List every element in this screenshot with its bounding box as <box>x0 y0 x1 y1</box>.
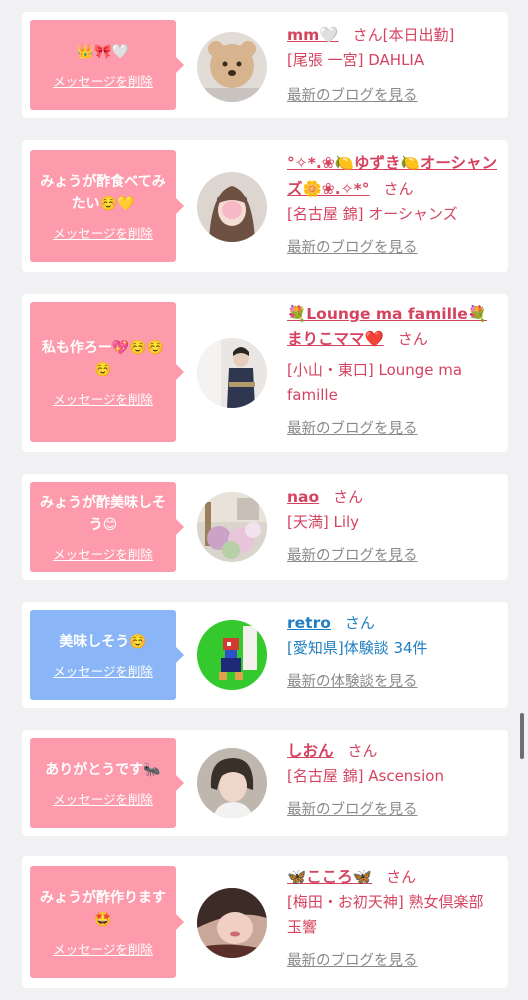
list-item: 美味しそう☺️ メッセージを削除 retro さん [愛知県]体験談 34件 最新… <box>22 602 508 708</box>
honorific: さん <box>344 614 375 632</box>
message-text: 👑🎀🤍 <box>76 43 130 60</box>
latest-review-link[interactable]: 最新の体験談を見る <box>287 671 501 693</box>
avatar[interactable] <box>197 32 267 102</box>
list-item: みょうが酢食べてみたい☺️💛 メッセージを削除 °✧*.❀🍋ゆずき🍋オーシャンズ… <box>22 140 508 272</box>
message-bubble: ありがとうです🐜 メッセージを削除 <box>30 738 184 828</box>
list-item: みょうが酢作ります🤩 メッセージを削除 🦋こころ🦋 さん [梅田・お初天神] 熟女… <box>22 856 508 988</box>
message-text: 私も作ろー💖☺️☺️☺️ <box>41 339 165 378</box>
list-item: みょうが酢美味しそう😊 メッセージを削除 nao さん [天満] Lily 最新の… <box>22 474 508 580</box>
avatar[interactable] <box>197 492 267 562</box>
message-text: みょうが酢食べてみたい☺️💛 <box>40 173 166 212</box>
shop-info: [名古屋 錦] オーシャンズ <box>287 205 458 223</box>
user-name-link[interactable]: retro <box>287 614 331 632</box>
entry-info: mm🤍 さん[本日出勤] [尾張 一宮] DAHLIA 最新のブログを見る <box>287 22 501 107</box>
entry-info: °✧*.❀🍋ゆずき🍋オーシャンズ🌼❀.✧*° さん [名古屋 錦] オーシャンズ … <box>287 150 501 259</box>
entry-info: 🦋こころ🦋 さん [梅田・お初天神] 熟女倶楽部 玉響 最新のブログを見る <box>287 864 501 972</box>
shop-info: [名古屋 錦] Ascension <box>287 767 444 785</box>
shop-info: [梅田・お初天神] 熟女倶楽部 玉響 <box>287 893 484 936</box>
honorific: さん <box>333 488 364 506</box>
latest-blog-link[interactable]: 最新のブログを見る <box>287 418 501 440</box>
user-name-link[interactable]: 🦋こころ🦋 <box>287 868 372 886</box>
user-name-link[interactable]: nao <box>287 488 319 506</box>
entry-info: nao さん [天満] Lily 最新のブログを見る <box>287 484 501 567</box>
message-bubble: 美味しそう☺️ メッセージを削除 <box>30 610 184 700</box>
shop-info: [愛知県]体験談 34件 <box>287 639 428 657</box>
latest-blog-link[interactable]: 最新のブログを見る <box>287 237 501 259</box>
latest-blog-link[interactable]: 最新のブログを見る <box>287 950 501 972</box>
user-name-link[interactable]: 💐Lounge ma famille💐まりこママ❤️ <box>287 305 487 348</box>
avatar[interactable] <box>197 338 267 408</box>
latest-blog-link[interactable]: 最新のブログを見る <box>287 85 501 107</box>
message-bubble: みょうが酢食べてみたい☺️💛 メッセージを削除 <box>30 150 184 262</box>
avatar[interactable] <box>197 888 267 958</box>
delete-message-link[interactable]: メッセージを削除 <box>53 939 153 958</box>
delete-message-link[interactable]: メッセージを削除 <box>53 71 153 90</box>
message-text: みょうが酢美味しそう😊 <box>40 494 166 533</box>
scrollbar[interactable] <box>520 713 524 759</box>
latest-blog-link[interactable]: 最新のブログを見る <box>287 545 501 567</box>
user-name-link[interactable]: しおん <box>287 742 334 760</box>
delete-message-link[interactable]: メッセージを削除 <box>53 223 153 242</box>
message-bubble: みょうが酢作ります🤩 メッセージを削除 <box>30 866 184 978</box>
delete-message-link[interactable]: メッセージを削除 <box>53 389 153 408</box>
message-bubble: 私も作ろー💖☺️☺️☺️ メッセージを削除 <box>30 302 184 442</box>
delete-message-link[interactable]: メッセージを削除 <box>53 789 153 808</box>
work-status: [本日出勤] <box>382 26 455 44</box>
shop-info: [小山・東口] Lounge ma famille <box>287 361 463 404</box>
honorific: さん <box>383 180 414 198</box>
entry-info: しおん さん [名古屋 錦] Ascension 最新のブログを見る <box>287 738 501 821</box>
list-item: ありがとうです🐜 メッセージを削除 しおん さん [名古屋 錦] Ascensio… <box>22 730 508 836</box>
message-text: みょうが酢作ります🤩 <box>40 889 166 928</box>
entry-info: retro さん [愛知県]体験談 34件 最新の体験談を見る <box>287 610 501 693</box>
latest-blog-link[interactable]: 最新のブログを見る <box>287 799 501 821</box>
message-bubble: みょうが酢美味しそう😊 メッセージを削除 <box>30 482 184 572</box>
list-item: 👑🎀🤍 メッセージを削除 mm🤍 さん[本日出勤] [尾張 一宮] DAHLIA … <box>22 12 508 118</box>
shop-info: [尾張 一宮] DAHLIA <box>287 51 425 69</box>
shop-info: [天満] Lily <box>287 513 360 531</box>
message-text: ありがとうです🐜 <box>45 761 161 778</box>
honorific: さん <box>347 742 378 760</box>
entry-info: 💐Lounge ma famille💐まりこママ❤️ さん [小山・東口] Lou… <box>287 302 501 440</box>
honorific: さん <box>352 26 383 44</box>
avatar[interactable] <box>197 620 267 690</box>
avatar[interactable] <box>197 748 267 818</box>
message-bubble: 👑🎀🤍 メッセージを削除 <box>30 20 184 110</box>
delete-message-link[interactable]: メッセージを削除 <box>53 661 153 680</box>
list-item: 私も作ろー💖☺️☺️☺️ メッセージを削除 💐Lounge ma famille… <box>22 294 508 452</box>
user-name-link[interactable]: mm🤍 <box>287 26 339 44</box>
avatar[interactable] <box>197 172 267 242</box>
delete-message-link[interactable]: メッセージを削除 <box>53 544 153 563</box>
honorific: さん <box>397 330 428 348</box>
honorific: さん <box>386 868 417 886</box>
message-text: 美味しそう☺️ <box>59 633 147 650</box>
